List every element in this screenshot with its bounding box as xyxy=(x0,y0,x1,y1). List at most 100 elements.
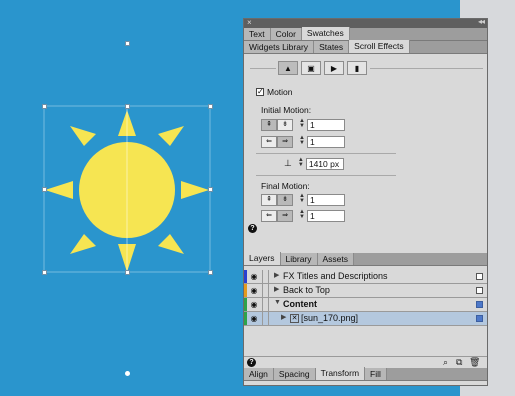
tab-align[interactable]: Align xyxy=(244,368,274,380)
layer-select-box[interactable] xyxy=(476,301,483,308)
layer-select-box[interactable] xyxy=(476,315,483,322)
tab-library[interactable]: Library xyxy=(280,253,318,265)
resize-handle-top[interactable] xyxy=(125,104,130,109)
layer-color-tag xyxy=(244,284,247,297)
divider xyxy=(256,153,396,154)
stepper[interactable]: ▲ ▼ xyxy=(298,135,306,148)
tab-color[interactable]: Color xyxy=(270,28,302,40)
resize-handle-top-right[interactable] xyxy=(208,104,213,109)
row-divider xyxy=(262,298,263,311)
frame-icon[interactable]: ▣ xyxy=(301,61,321,75)
layer-row-sun-image[interactable]: ◉ ▶ ✕ [sun_170.png] xyxy=(244,312,487,326)
eye-icon[interactable]: ◉ xyxy=(249,272,259,281)
stepper[interactable]: ▲ ▼ xyxy=(297,157,305,170)
layer-color-tag xyxy=(244,270,247,283)
initial-horizontal-control: ⇐ ⇒ ▲ ▼ 1 xyxy=(261,135,345,148)
layer-row-content[interactable]: ◉ ▼ Content xyxy=(244,298,487,312)
stepper[interactable]: ▲ ▼ xyxy=(298,193,306,206)
resize-handle-bottom[interactable] xyxy=(125,270,130,275)
trash-icon[interactable]: 🗑 xyxy=(469,357,480,368)
row-divider xyxy=(262,284,263,297)
layer-row-back-to-top[interactable]: ◉ ▶ Back to Top xyxy=(244,284,487,298)
eye-icon[interactable]: ◉ xyxy=(249,314,259,323)
tab-transform[interactable]: Transform xyxy=(315,367,366,380)
layers-tab-row: Layers Library Assets xyxy=(244,252,487,266)
initial-horizontal-field[interactable]: 1 xyxy=(307,135,345,148)
help-icon[interactable]: ? xyxy=(247,358,256,367)
tab-fill[interactable]: Fill xyxy=(365,368,387,380)
left-arrow-icon[interactable]: ⇐ xyxy=(261,209,277,222)
tab-scroll-effects[interactable]: Scroll Effects xyxy=(349,40,410,53)
final-vertical-field[interactable]: 1 xyxy=(307,193,345,206)
tab-swatches[interactable]: Swatches xyxy=(301,27,350,40)
layer-select-box[interactable] xyxy=(476,273,483,280)
up-arrow-icon[interactable]: ⇞ xyxy=(261,118,277,131)
tab-text[interactable]: Text xyxy=(244,28,271,40)
eye-icon[interactable]: ◉ xyxy=(249,286,259,295)
final-motion-label: Final Motion: xyxy=(261,181,310,191)
divider xyxy=(250,68,276,69)
tab-states[interactable]: States xyxy=(314,41,350,53)
row-divider xyxy=(268,284,269,297)
expand-arrow-icon[interactable]: ▶ xyxy=(274,271,279,279)
bottom-tab-row: Align Spacing Transform Fill xyxy=(244,367,487,381)
stepper[interactable]: ▲ ▼ xyxy=(298,209,306,222)
motion-label: Motion xyxy=(267,87,293,97)
tab-spacing[interactable]: Spacing xyxy=(273,368,316,380)
layer-name: FX Titles and Descriptions xyxy=(283,271,388,281)
expand-arrow-icon[interactable]: ▶ xyxy=(281,313,286,321)
initial-motion-label: Initial Motion: xyxy=(261,105,312,115)
layer-color-tag xyxy=(244,312,247,325)
right-arrow-icon[interactable]: ⇒ xyxy=(277,135,293,148)
position-field[interactable]: 1410 px xyxy=(305,157,344,170)
tab-assets[interactable]: Assets xyxy=(317,253,355,265)
help-icon[interactable]: ? xyxy=(248,224,257,233)
layer-select-box[interactable] xyxy=(476,287,483,294)
layer-name: Content xyxy=(283,299,317,309)
position-control: ⊥ ▲ ▼ 1410 px xyxy=(284,157,344,170)
divider xyxy=(256,175,396,176)
divider xyxy=(370,68,483,69)
initial-vertical-control: ⇞ ⇟ ▲ ▼ 1 xyxy=(261,118,345,131)
down-arrow-icon[interactable]: ⇟ xyxy=(277,118,293,131)
collapse-arrow-icon[interactable]: ▼ xyxy=(274,299,281,306)
up-arrow-icon[interactable]: ⇞ xyxy=(261,193,277,206)
left-arrow-icon[interactable]: ⇐ xyxy=(261,135,277,148)
layer-row-fx-titles[interactable]: ◉ ▶ FX Titles and Descriptions xyxy=(244,270,487,284)
transform-handle-top[interactable] xyxy=(125,41,130,46)
tab-widgets-library[interactable]: Widgets Library xyxy=(244,41,315,53)
resize-handle-bottom-right[interactable] xyxy=(208,270,213,275)
eye-icon[interactable]: ◉ xyxy=(249,300,259,309)
effect-type-toolbar: ▲ ▣ ▶ ▮ xyxy=(278,61,370,75)
resize-handle-top-left[interactable] xyxy=(42,104,47,109)
stepper[interactable]: ▲ ▼ xyxy=(298,118,306,131)
row-divider xyxy=(262,312,263,325)
row-divider xyxy=(262,270,263,283)
right-arrow-icon[interactable]: ⇒ xyxy=(277,209,293,222)
resize-handle-right[interactable] xyxy=(208,187,213,192)
close-icon[interactable]: × xyxy=(247,18,252,27)
resize-handle-left[interactable] xyxy=(42,187,47,192)
scroll-effects-panel: × ◂◂ Text Color Swatches Widgets Library… xyxy=(243,17,488,386)
row-divider xyxy=(268,298,269,311)
layer-name: Back to Top xyxy=(283,285,330,295)
eraser-icon[interactable]: ▲ xyxy=(278,61,298,75)
collapse-icon[interactable]: ◂◂ xyxy=(478,17,485,26)
resize-handle-bottom-left[interactable] xyxy=(42,270,47,275)
expand-arrow-icon[interactable]: ▶ xyxy=(274,285,279,293)
motion-checkbox[interactable]: ✓ xyxy=(256,88,264,96)
tab-layers[interactable]: Layers xyxy=(244,252,281,265)
final-horizontal-control: ⇐ ⇒ ▲ ▼ 1 xyxy=(261,209,345,222)
initial-vertical-field[interactable]: 1 xyxy=(307,118,345,131)
new-layer-icon[interactable]: ⧉ xyxy=(456,357,462,368)
final-horizontal-field[interactable]: 1 xyxy=(307,209,345,222)
row-divider xyxy=(268,312,269,325)
sub-tab-row: Widgets Library States Scroll Effects xyxy=(244,40,487,54)
play-icon[interactable]: ▶ xyxy=(324,61,344,75)
down-arrow-icon[interactable]: ⇟ xyxy=(277,193,293,206)
motion-end-handle[interactable] xyxy=(125,371,130,376)
search-icon[interactable]: ⌕ xyxy=(443,357,448,368)
pin-icon[interactable]: ▮ xyxy=(347,61,367,75)
row-divider xyxy=(268,270,269,283)
panel-titlebar[interactable]: × ◂◂ xyxy=(244,17,487,28)
